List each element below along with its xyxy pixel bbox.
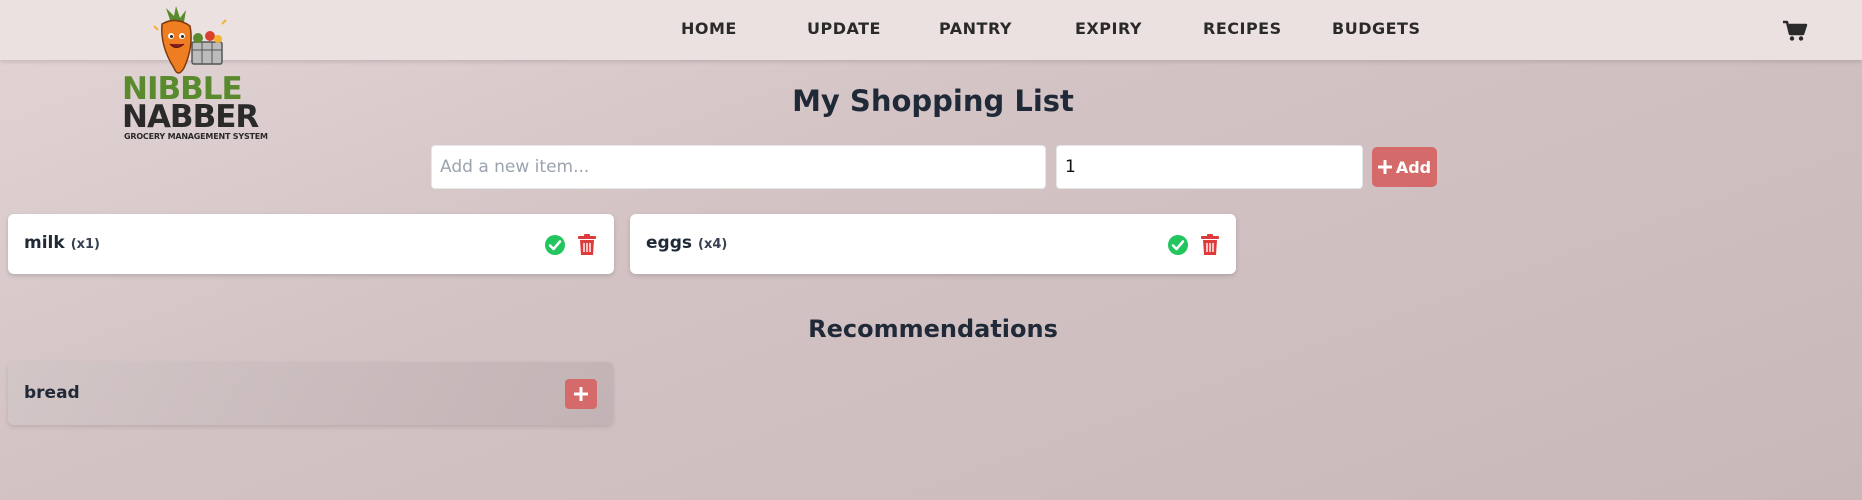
- plus-icon: [574, 387, 588, 401]
- shopping-list-item: eggs (x4): [630, 214, 1236, 274]
- shopping-cart-icon[interactable]: [1782, 20, 1808, 42]
- nav-recipes[interactable]: RECIPES: [1203, 19, 1282, 38]
- item-quantity: (x1): [70, 237, 101, 252]
- item-name: eggs: [646, 233, 692, 253]
- top-navbar: HOME UPDATE PANTRY EXPIRY RECIPES BUDGET…: [0, 0, 1862, 60]
- recommendation-item: bread: [8, 362, 613, 425]
- item-name: milk: [24, 233, 65, 253]
- new-item-input[interactable]: [431, 145, 1046, 189]
- add-item-button[interactable]: Add: [1372, 147, 1437, 187]
- logo-tagline: GROCERY MANAGEMENT SYSTEM: [124, 132, 268, 141]
- trash-icon[interactable]: [577, 234, 597, 256]
- nav-pantry[interactable]: PANTRY: [939, 19, 1012, 38]
- shopping-list-item: milk (x1): [8, 214, 614, 274]
- brand-logo[interactable]: NIBBLE NABBER GROCERY MANAGEMENT SYSTEM: [118, 6, 268, 154]
- add-recommendation-button[interactable]: [565, 379, 597, 409]
- nav-home[interactable]: HOME: [681, 19, 737, 38]
- check-circle-icon[interactable]: [545, 235, 565, 255]
- add-button-label: Add: [1395, 157, 1432, 177]
- check-circle-icon[interactable]: [1168, 235, 1188, 255]
- item-name-eggs: eggs (x4): [646, 233, 727, 253]
- quantity-input[interactable]: [1056, 145, 1363, 189]
- plus-icon: [1377, 160, 1392, 174]
- recommendations-title: Recommendations: [808, 315, 1058, 343]
- nav-budgets[interactable]: BUDGETS: [1332, 19, 1420, 38]
- nav-expiry[interactable]: EXPIRY: [1075, 19, 1142, 38]
- recommendation-name: bread: [24, 383, 80, 403]
- nav-update[interactable]: UPDATE: [807, 19, 881, 38]
- item-name-milk: milk (x1): [24, 233, 100, 253]
- trash-icon[interactable]: [1200, 234, 1220, 256]
- item-quantity: (x4): [698, 237, 728, 252]
- page-title: My Shopping List: [792, 84, 1074, 118]
